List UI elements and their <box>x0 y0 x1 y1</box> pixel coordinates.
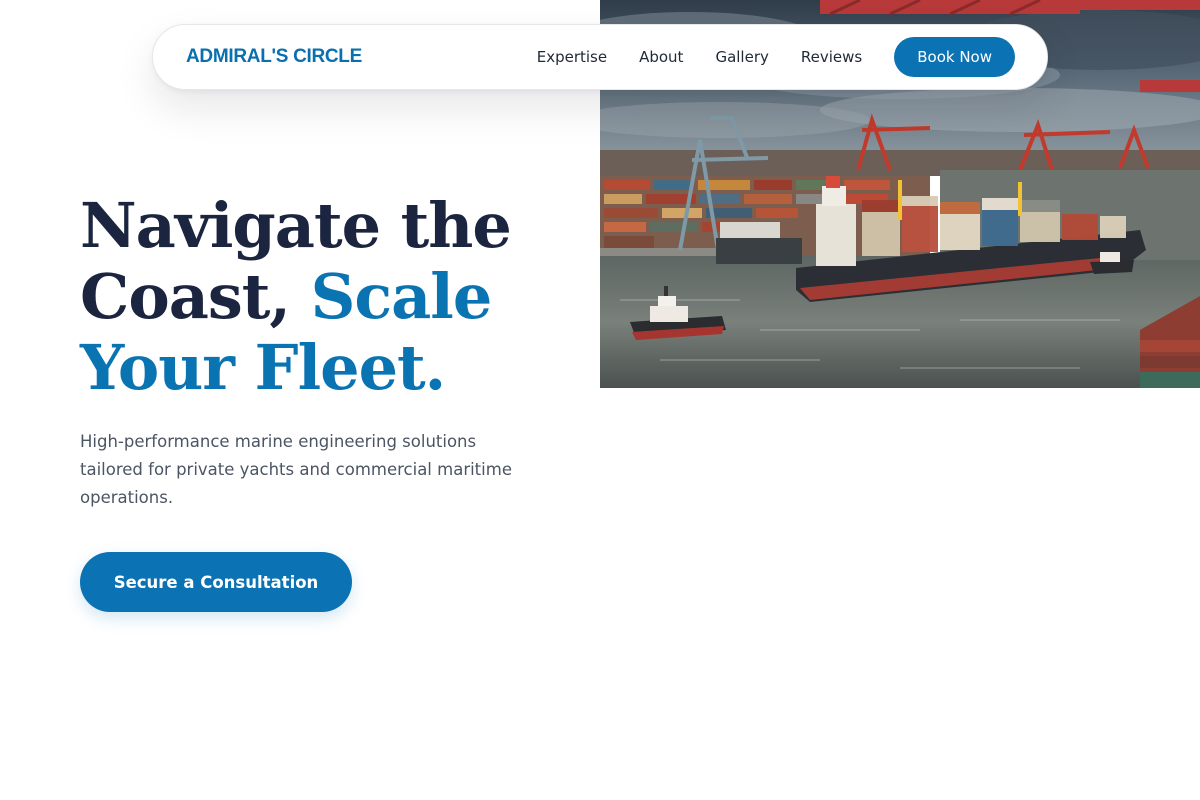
nav-link-expertise[interactable]: Expertise <box>537 48 607 66</box>
book-now-button[interactable]: Book Now <box>894 37 1015 77</box>
landing-page: ADMIRAL'S CIRCLE Expertise About Gallery… <box>0 0 1200 800</box>
nav-link-about[interactable]: About <box>639 48 683 66</box>
brand-logo[interactable]: ADMIRAL'S CIRCLE <box>186 46 362 68</box>
hero-subtitle: High-performance marine engineering solu… <box>80 432 512 507</box>
nav-links: Expertise About Gallery Reviews Book Now <box>537 37 1015 77</box>
consultation-button[interactable]: Secure a Consultation <box>80 552 352 612</box>
nav-link-reviews[interactable]: Reviews <box>801 48 862 66</box>
nav-link-gallery[interactable]: Gallery <box>715 48 768 66</box>
navbar: ADMIRAL'S CIRCLE Expertise About Gallery… <box>152 24 1048 90</box>
hero-title: Navigate the Coast, Scale Your Fleet. <box>80 190 580 403</box>
